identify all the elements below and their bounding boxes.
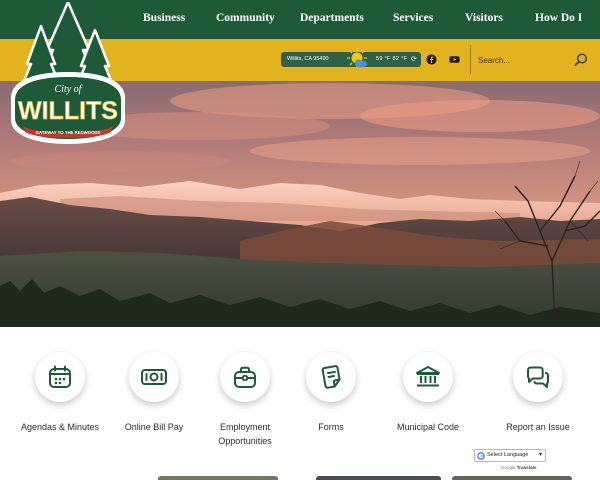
chat-icon <box>527 366 549 388</box>
quick-link-label: Employment Opportunities <box>218 422 272 446</box>
quick-link-label: Agendas & Minutes <box>20 422 100 432</box>
quick-link-forms[interactable]: Forms <box>296 352 366 434</box>
nav-community[interactable]: Community <box>216 12 275 24</box>
weather-widget[interactable]: Willits, CA 95490 59 °F 82 °F ⟳ <box>281 48 421 68</box>
logo-tagline: GATEWAY TO THE REDWOODS <box>36 130 101 135</box>
facebook-icon[interactable] <box>426 54 437 65</box>
building-icon <box>416 366 440 387</box>
youtube-icon[interactable] <box>449 54 460 65</box>
quick-link-circle <box>306 352 356 402</box>
nav-business[interactable]: Business <box>143 12 185 24</box>
nav-visitors[interactable]: Visitors <box>465 12 503 24</box>
sun-cloud-icon <box>347 48 367 68</box>
weather-location: Willits, CA 95490 <box>287 56 329 62</box>
quick-link-circle <box>220 352 270 402</box>
quick-link-label: Municipal Code <box>396 422 460 432</box>
google-g-icon <box>477 452 485 460</box>
powered-suffix: Translate <box>516 465 537 470</box>
quick-link-agendas[interactable]: Agendas & Minutes <box>21 352 99 434</box>
nav-services[interactable]: Services <box>393 12 433 24</box>
powered-by-google-translate[interactable]: Google Translate <box>501 465 537 470</box>
chevron-down-icon: ▾ <box>538 452 542 458</box>
quick-link-label: Report an Issue <box>506 422 570 432</box>
news-image[interactable] <box>452 476 572 480</box>
quick-link-label: Online Bill Pay <box>124 422 184 432</box>
logo-city-of: City of <box>55 84 83 95</box>
nav-departments[interactable]: Departments <box>300 12 364 24</box>
quick-link-bill-pay[interactable]: Online Bill Pay <box>119 352 189 434</box>
city-logo[interactable]: City of WILLITS GATEWAY TO THE REDWOODS <box>5 2 131 148</box>
powered-prefix: Google <box>501 465 516 470</box>
quick-link-label: Forms <box>318 422 344 432</box>
select-language-dropdown[interactable]: Select Language ▾ <box>474 449 546 462</box>
calendar-icon <box>49 365 71 388</box>
forms-icon <box>321 365 341 389</box>
quick-link-circle <box>129 352 179 402</box>
quick-link-circle <box>513 352 563 402</box>
quick-link-employment[interactable]: Employment Opportunities <box>210 352 280 448</box>
search-input[interactable] <box>478 50 568 70</box>
quick-link-circle <box>403 352 453 402</box>
weather-temps: 59 °F 82 °F <box>376 56 408 62</box>
refresh-icon: ⟳ <box>411 56 417 63</box>
search-icon[interactable] <box>573 52 589 68</box>
nav-how-do-i[interactable]: How Do I <box>535 12 582 24</box>
bill-icon <box>141 369 167 385</box>
quick-link-circle <box>35 352 85 402</box>
news-image[interactable] <box>316 476 441 480</box>
select-language-label: Select Language <box>487 452 529 458</box>
utility-divider <box>470 45 471 74</box>
quick-link-municipal-code[interactable]: Municipal Code <box>393 352 463 434</box>
news-image[interactable] <box>158 476 278 480</box>
briefcase-icon <box>234 366 256 388</box>
quick-link-report-issue[interactable]: Report an Issue <box>503 352 573 434</box>
logo-willits: WILLITS <box>18 97 118 125</box>
